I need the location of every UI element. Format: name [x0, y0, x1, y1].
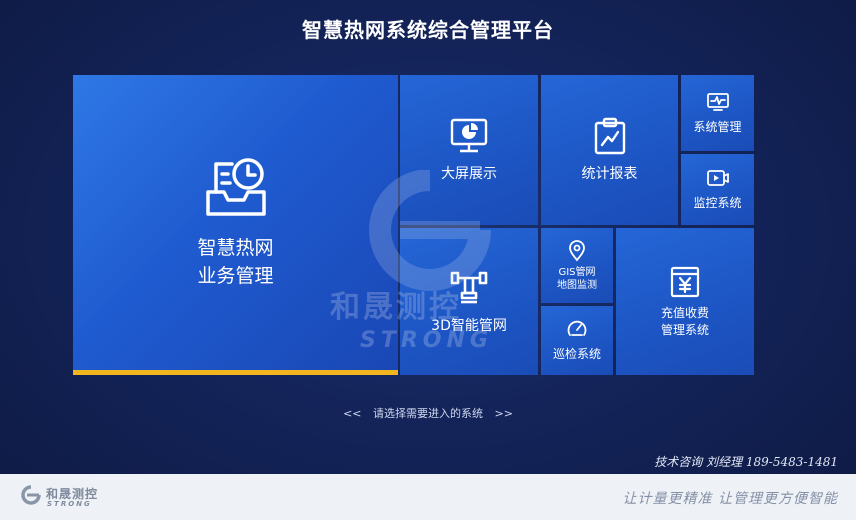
hint-right-arrows: >> — [494, 407, 513, 420]
video-camera-icon — [706, 170, 729, 186]
tile-inspection[interactable]: 巡检系统 — [541, 306, 613, 375]
pipe-valve-icon — [450, 271, 488, 303]
tile-monitoring[interactable]: 监控系统 — [681, 154, 754, 225]
tile-billing-line1: 充值收费 — [660, 305, 709, 320]
tile-inspection-label: 巡检系统 — [552, 347, 601, 361]
contact-info: 技术咨询 刘经理 189-5483-1481 — [654, 455, 838, 469]
tile-monitoring-label: 监控系统 — [693, 196, 742, 210]
monitor-pulse-icon — [706, 92, 729, 111]
tile-gis-map[interactable]: GIS管网 地图监测 — [541, 228, 613, 303]
tile-3d-pipe-network[interactable]: 3D智能管网 — [400, 228, 538, 375]
yuan-receipt-icon — [670, 266, 700, 297]
tile-statistics[interactable]: 统计报表 — [541, 75, 678, 225]
selection-hint: << 请选择需要进入的系统 >> — [0, 405, 856, 421]
monitor-pie-chart-icon — [450, 118, 488, 153]
hint-left-arrows: << — [343, 407, 362, 420]
tile-system-management-label: 系统管理 — [693, 119, 742, 134]
tile-gis-line2: 地图监测 — [557, 279, 597, 291]
tile-business-management[interactable]: 智慧热网 业务管理 — [73, 75, 398, 375]
strong-logo-icon — [21, 485, 41, 505]
tile-billing[interactable]: 充值收费 管理系统 — [616, 228, 754, 375]
hint-text: 请选择需要进入的系统 — [373, 407, 483, 420]
tile-statistics-label: 统计报表 — [581, 166, 638, 182]
tile-3d-pipe-network-label: 3D智能管网 — [431, 317, 507, 334]
tile-business-line1: 智慧热网 — [197, 236, 274, 259]
tile-system-management[interactable]: 系统管理 — [681, 75, 754, 151]
tile-billing-line2: 管理系统 — [660, 322, 709, 337]
tile-big-screen[interactable]: 大屏展示 — [400, 75, 538, 225]
tile-gis-line1: GIS管网 — [558, 266, 596, 278]
footer-logo-en: STRONG — [47, 500, 92, 508]
tile-business-line2: 业务管理 — [197, 264, 274, 287]
map-pin-icon — [569, 239, 585, 261]
gauge-icon — [567, 320, 587, 336]
inbox-clock-icon — [205, 157, 266, 216]
footer-bar: 和晟测控 STRONG 让计量更精准 让管理更方便智能 — [0, 474, 856, 520]
footer-slogan: 让计量更精准 让管理更方便智能 — [622, 491, 838, 507]
clipboard-chart-icon — [594, 117, 625, 155]
page-title: 智慧热网系统综合管理平台 — [302, 18, 554, 42]
tile-big-screen-label: 大屏展示 — [441, 166, 497, 182]
